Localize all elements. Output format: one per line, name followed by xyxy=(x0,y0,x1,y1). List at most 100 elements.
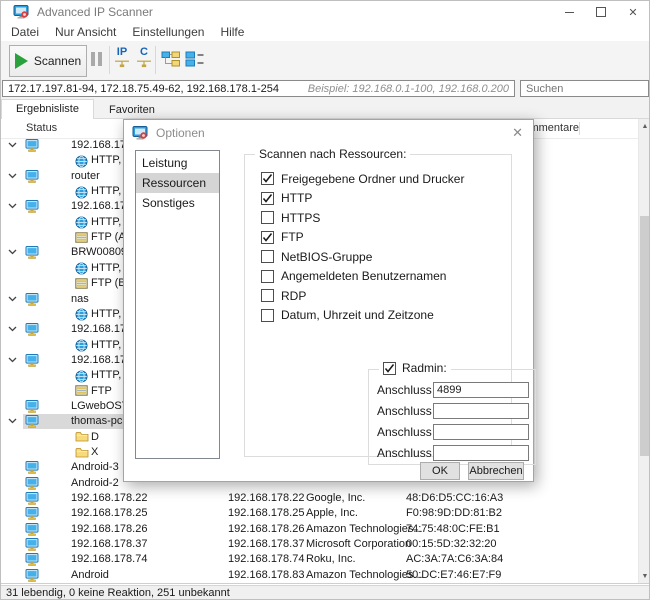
checkbox-netbios-gruppe[interactable] xyxy=(261,250,274,264)
options-nav-list: Leistung Ressourcen Sonstiges xyxy=(135,150,220,459)
chevron-down-icon xyxy=(8,326,17,332)
device-name: router xyxy=(71,169,100,182)
device-name: 192.168.178.22 xyxy=(71,492,148,505)
minimize-icon xyxy=(564,11,574,13)
computer-icon xyxy=(25,399,39,413)
scroll-up-button[interactable]: ▲ xyxy=(639,119,649,133)
tab-ergebnisliste[interactable]: Ergebnisliste xyxy=(1,99,94,121)
scan-button[interactable]: Scannen xyxy=(9,45,87,77)
dialog-title: Optionen xyxy=(156,126,205,140)
c-scan-icon xyxy=(136,58,152,69)
options-nav-item-leistung[interactable]: Leistung xyxy=(136,153,219,173)
checkbox-ftp[interactable] xyxy=(261,230,274,244)
globe-icon xyxy=(75,370,88,383)
cancel-button[interactable]: Abbrechen xyxy=(468,462,524,480)
device-vendor: Roku, Inc. xyxy=(306,553,356,566)
folder-icon xyxy=(75,447,89,458)
port-row-3: Anschluss 3 xyxy=(369,424,535,440)
status-bar: 31 lebendig, 0 keine Reaktion, 251 unbek… xyxy=(1,585,649,599)
port-input-4[interactable] xyxy=(433,445,529,461)
ok-button[interactable]: OK xyxy=(420,462,460,480)
ftp-icon xyxy=(75,231,88,243)
port-input-2[interactable] xyxy=(433,403,529,419)
pause-icon xyxy=(91,52,95,66)
list-view-icon xyxy=(185,51,205,72)
device-mac: 00:15:5D:32:32:20 xyxy=(406,538,497,551)
checkbox-row-netbios-gruppe: NetBIOS-Gruppe xyxy=(261,247,501,267)
search-input[interactable] xyxy=(521,82,649,95)
pause-button[interactable] xyxy=(91,52,102,66)
checkbox-radmin[interactable] xyxy=(383,361,396,375)
device-mac: AC:3A:7A:C6:3A:84 xyxy=(406,553,504,566)
device-name: 192.168.178.74 xyxy=(71,553,148,566)
list-view-button[interactable] xyxy=(185,51,205,72)
resource-label: FTP xyxy=(91,384,112,397)
computer-icon xyxy=(25,553,39,567)
range-bar: 172.17.197.81-94, 172.18.75.49-62, 192.1… xyxy=(1,79,649,99)
c-scan-button[interactable]: C xyxy=(136,47,152,69)
maximize-button[interactable] xyxy=(585,1,617,23)
title-bar: Advanced IP Scanner ✕ xyxy=(1,1,649,23)
device-mac: F0:98:9D:DD:81:B2 xyxy=(406,507,502,520)
checkbox-label: RDP xyxy=(281,288,307,303)
toolbar-separator xyxy=(155,46,156,74)
app-window: Advanced IP Scanner ✕ Datei Nur Ansicht Ei… xyxy=(0,0,650,600)
checkbox-label: HTTPS xyxy=(281,210,321,225)
ftp-icon xyxy=(75,385,88,396)
menu-item-datei[interactable]: Datei xyxy=(3,25,47,39)
checkbox-rdp[interactable] xyxy=(261,289,274,303)
vertical-scrollbar[interactable]: ▲ ▼ xyxy=(638,119,649,583)
chevron-down-icon xyxy=(8,357,17,363)
table-row[interactable]: 192.168.178.25 192.168.178.25 Apple, Inc. F… xyxy=(1,506,637,521)
ip-range-hint: Beispiel: 192.168.0.1-100, 192.168.0.200 xyxy=(307,82,509,95)
dialog-title-bar: Optionen ✕ xyxy=(124,120,533,146)
network-tree-button[interactable] xyxy=(161,51,181,72)
table-row[interactable]: 192.168.178.37 192.168.178.37 Microsoft Co… xyxy=(1,537,637,552)
computer-icon xyxy=(25,246,39,260)
device-name: nas xyxy=(71,292,89,305)
device-name: Android xyxy=(71,568,109,581)
checkbox-freigegebene-ordner-und-drucker[interactable] xyxy=(261,172,274,186)
port-row-2: Anschluss 2 xyxy=(369,403,535,419)
checkbox-row-rdp: RDP xyxy=(261,286,501,306)
globe-icon xyxy=(75,262,88,275)
device-mac: 74:75:48:0C:FE:B1 xyxy=(406,522,500,535)
ip-scan-button[interactable]: IP xyxy=(114,47,130,69)
checkbox-row-ftp: FTP xyxy=(261,228,501,248)
port-input-3[interactable] xyxy=(433,424,529,440)
menu-item-nur-ansicht[interactable]: Nur Ansicht xyxy=(47,25,124,39)
port-input-1[interactable] xyxy=(433,382,529,398)
app-icon xyxy=(132,125,148,141)
scroll-down-button[interactable]: ▼ xyxy=(639,569,649,583)
checkbox-https[interactable] xyxy=(261,211,274,225)
options-nav-item-sonstiges[interactable]: Sonstiges xyxy=(136,193,219,213)
computer-icon xyxy=(25,415,39,429)
close-button[interactable]: ✕ xyxy=(617,1,649,23)
chevron-down-icon xyxy=(8,296,17,302)
menu-item-hilfe[interactable]: Hilfe xyxy=(212,25,252,39)
checkbox-datum-uhrzeit-und-zeitzone[interactable] xyxy=(261,308,274,322)
checkbox-http[interactable] xyxy=(261,191,274,205)
computer-icon xyxy=(25,169,39,183)
table-row[interactable]: 192.168.178.22 192.168.178.22 Google, Inc.… xyxy=(1,491,637,506)
table-row[interactable]: 192.168.178.26 192.168.178.26 Amazon Techn… xyxy=(1,522,637,537)
table-row[interactable]: 192.168.178.74 192.168.178.74 Roku, Inc. AC… xyxy=(1,552,637,567)
ip-range-input[interactable]: 172.17.197.81-94, 172.18.75.49-62, 192.1… xyxy=(2,80,515,97)
minimize-button[interactable] xyxy=(553,1,585,23)
globe-icon xyxy=(75,339,88,352)
checkbox-label: NetBIOS-Gruppe xyxy=(281,249,373,264)
tab-favoriten[interactable]: Favoriten xyxy=(94,100,170,121)
port-label: Anschluss 3 xyxy=(377,425,442,439)
device-ip: 192.168.178.37 xyxy=(228,538,305,551)
dialog-close-button[interactable]: ✕ xyxy=(512,125,523,141)
chevron-down-icon xyxy=(8,418,17,424)
ip-range-value: 172.17.197.81-94, 172.18.75.49-62, 192.1… xyxy=(8,82,279,95)
table-row[interactable]: Android 192.168.178.83 Amazon Technologies… xyxy=(1,568,637,583)
checkbox-angemeldeten-benutzernamen[interactable] xyxy=(261,269,274,283)
checkbox-label: Datum, Uhrzeit und Zeitzone xyxy=(281,308,434,323)
radmin-group: Radmin: Anschluss 1 Anschluss 2 Anschluss … xyxy=(368,361,536,465)
checkbox-label: HTTP xyxy=(281,191,313,206)
options-nav-item-ressourcen[interactable]: Ressourcen xyxy=(136,173,219,193)
menu-item-einstellungen[interactable]: Einstellungen xyxy=(124,25,212,39)
scrollbar-thumb[interactable] xyxy=(640,216,649,456)
